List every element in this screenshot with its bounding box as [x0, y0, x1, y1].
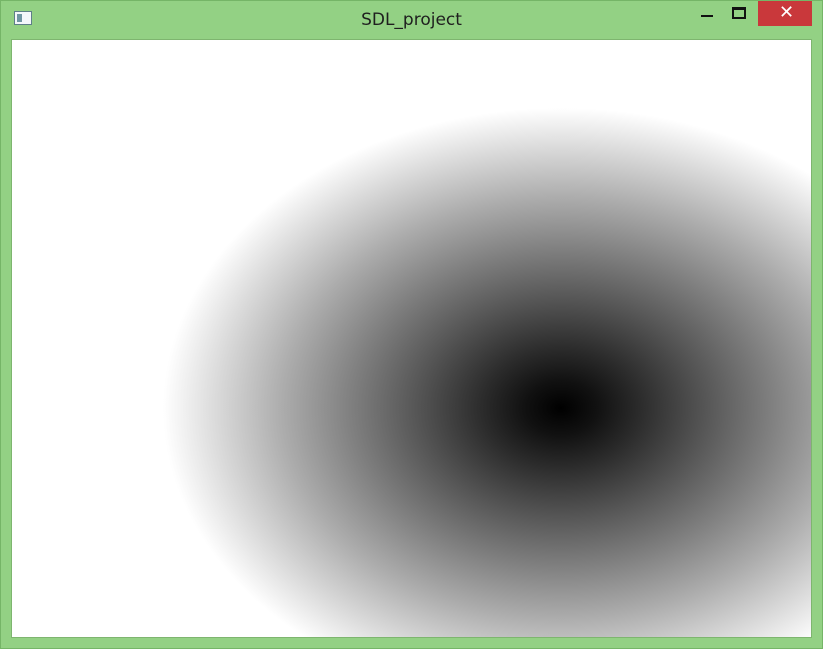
close-icon: ✕ — [779, 2, 795, 23]
sdl-window: SDL_project ✕ — [0, 0, 823, 649]
minimize-icon — [701, 15, 713, 17]
sdl-client-area[interactable] — [11, 39, 812, 638]
window-titlebar[interactable]: SDL_project ✕ — [1, 1, 822, 39]
radial-gradient-canvas — [12, 40, 811, 637]
close-button[interactable]: ✕ — [758, 1, 812, 26]
maximize-icon — [732, 7, 746, 19]
maximize-button[interactable] — [726, 1, 752, 26]
minimize-button[interactable] — [694, 1, 720, 26]
